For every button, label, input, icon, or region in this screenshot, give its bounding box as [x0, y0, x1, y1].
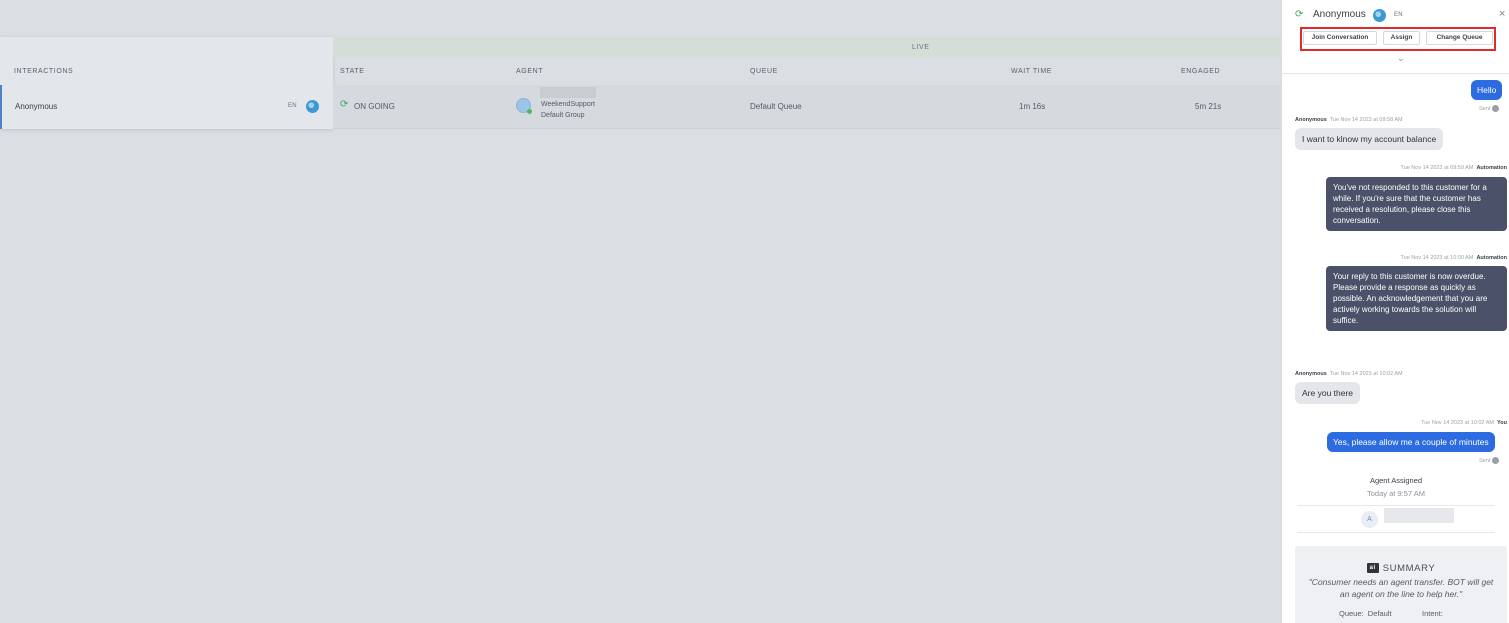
agent-group: WeekendSupport [541, 101, 595, 108]
message-meta: Tue Nov 14 2023 at 10:00 AM Automation [1400, 255, 1508, 261]
globe-icon [306, 100, 319, 113]
sent-check-icon [1492, 457, 1500, 464]
lang-badge: EN [1394, 12, 1403, 18]
table-row[interactable] [333, 85, 1281, 129]
summary-text: "Consumer needs an agent transfer. BOT w… [1308, 577, 1494, 599]
summary-title: ai SUMMARY [1295, 563, 1507, 574]
agent-subgroup: Default Group [541, 112, 585, 119]
outgoing-message: Yes, please allow me a couple of minutes [1327, 432, 1495, 452]
agent-assigned-title: Agent Assigned [1369, 476, 1423, 485]
live-band [333, 37, 1281, 58]
outgoing-message: Hello [1471, 80, 1503, 100]
lang-badge: EN [288, 103, 297, 109]
incoming-message: Are you there [1295, 382, 1361, 404]
sent-status: Sent [1479, 105, 1500, 112]
automation-message: You've not responded to this customer fo… [1326, 177, 1507, 231]
queue-value: Default Queue [750, 102, 802, 111]
message-meta: Anonymous Tue Nov 14 2023 at 09:58 AM [1295, 117, 1403, 123]
conversation-icon: ⟳ [1295, 9, 1304, 20]
chevron-down-icon[interactable]: ⌄ [1397, 53, 1405, 64]
change-queue-button[interactable]: Change Queue [1426, 31, 1493, 45]
panel-divider [1282, 73, 1509, 74]
avatar: A [1361, 511, 1378, 528]
header-engaged[interactable]: ENGAGED [1181, 68, 1220, 75]
online-status-dot [527, 109, 532, 114]
selected-row-indicator [0, 85, 2, 129]
separator [1297, 532, 1495, 533]
separator [1297, 505, 1495, 506]
conversation-icon: ⟳ [340, 99, 349, 110]
header-state[interactable]: STATE [340, 68, 365, 75]
incoming-message: I want to klnow my account balance [1295, 128, 1444, 150]
ai-summary-icon: ai [1366, 563, 1379, 574]
live-label: LIVE [912, 44, 930, 51]
message-meta: Tue Nov 14 2023 at 09:59 AM Automation [1400, 165, 1508, 171]
assign-button[interactable]: Assign [1383, 31, 1420, 45]
header-queue[interactable]: QUEUE [750, 68, 778, 75]
globe-icon [1373, 9, 1386, 22]
close-icon[interactable]: × [1499, 8, 1505, 20]
redacted-agent-name [540, 87, 596, 98]
message-meta: Anonymous Tue Nov 14 2023 at 10:02 AM [1295, 371, 1403, 377]
engaged-value: 5m 21s [1195, 102, 1222, 111]
summary-intent: Intent: [1422, 609, 1443, 618]
summary-card: ai SUMMARY "Consumer needs an agent trans… [1295, 546, 1507, 623]
header-interactions[interactable]: INTERACTIONS [14, 68, 73, 75]
wait-time-value: 1m 16s [1019, 102, 1046, 111]
sent-check-icon [1492, 105, 1500, 112]
summary-queue: Queue: Default [1339, 609, 1392, 618]
automation-message: Your reply to this customer is now overd… [1326, 266, 1507, 331]
conversation-panel: ⟳ Anonymous EN × Join Conversation Assig… [1281, 0, 1509, 623]
panel-title: Anonymous [1313, 9, 1366, 20]
header-agent[interactable]: AGENT [516, 68, 543, 75]
state-value: ON GOING [354, 102, 395, 111]
header-wait-time[interactable]: WAIT TIME [1011, 68, 1052, 75]
agent-assigned-time: Today at 9:57 AM [1367, 489, 1425, 498]
interaction-name[interactable]: Anonymous [15, 102, 57, 111]
message-meta: Tue Nov 14 2023 at 10:02 AM You [1421, 420, 1507, 426]
redacted-agent-name [1384, 508, 1454, 523]
sent-status: Sent [1479, 457, 1500, 464]
interactions-card [0, 37, 333, 129]
join-conversation-button[interactable]: Join Conversation [1303, 31, 1377, 45]
